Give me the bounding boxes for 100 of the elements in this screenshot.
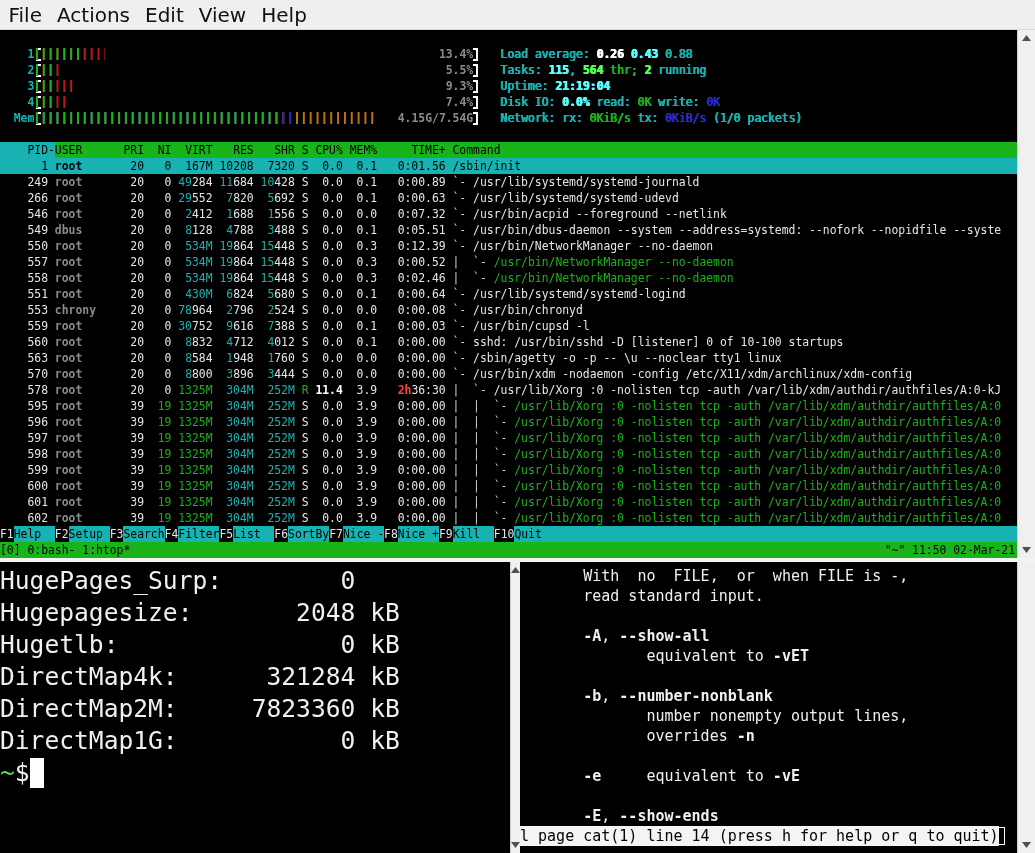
- function-key-button[interactable]: F10Quit: [493, 526, 556, 542]
- process-row[interactable]: 570 root 20 0 8800 3896 3444 S 0.0 0.0 0:00.00 `- /usr/bin/xdm -nodaemon -config /etc/X11/xdm/archlinux/xdm-config: [0, 366, 1017, 382]
- function-key-button[interactable]: F5List: [219, 526, 275, 542]
- man-text-line: -b, --number-nonblank: [582, 686, 774, 706]
- process-row[interactable]: 560 root 20 0 8832 4712 4012 S 0.0 0.1 0:00.00 `- sshd: /usr/bin/sshd -D [listener] 0 of 10-100 startups: [0, 334, 1017, 350]
- table-cell-text: dbus: [54, 222, 84, 238]
- process-row[interactable]: 557 root 20 0 534M 19864 15448 S 0.0 0.3 0:00.52 | `- /usr/bin/NetworkManager --no-daemon: [0, 254, 1017, 270]
- table-cell-text: 0:00.00: [396, 398, 447, 414]
- table-cell-text: 0:12.39: [396, 238, 447, 254]
- menu-item[interactable]: Help: [253, 0, 315, 29]
- process-row[interactable]: 553 chrony 20 0 78964 2796 2524 S 0.0 0.0 0:00.08 `- /usr/bin/chronyd: [0, 302, 1017, 318]
- table-cell-text: S: [301, 222, 310, 238]
- process-row[interactable]: 550 root 20 0 534M 19864 15448 S 0.0 0.3 0:12.39 `- /usr/bin/NetworkManager --no-daemon: [0, 238, 1017, 254]
- column-header[interactable]: CPU%: [315, 142, 350, 158]
- process-row[interactable]: 598 root 39 19 1325M 304M 252M S 0.0 3.9 0:00.00 | | `- /usr/lib/Xorg :0 -nolisten tcp -auth /var/lib/xdm/authdir/authfiles/A:0: [0, 446, 1017, 462]
- table-cell-text: 304M: [225, 510, 255, 526]
- process-row[interactable]: 596 root 39 19 1325M 304M 252M S 0.0 3.9 0:00.00 | | `- /usr/lib/Xorg :0 -nolisten tcp -auth /var/lib/xdm/authdir/authfiles/A:0: [0, 414, 1017, 430]
- function-key-button[interactable]: F3Search: [109, 526, 165, 542]
- process-row[interactable]: 563 root 20 0 8584 1948 1760 S 0.0 0.0 0:00.00 `- /sbin/agetty -o -p -- \u --noclear tty1 linux: [0, 350, 1017, 366]
- table-cell-text: | | `- /usr/lib/Xorg :0 -nolisten tcp -auth /var/lib/xdm/authdir/authfiles/A:0: [452, 510, 1003, 526]
- process-row[interactable]: 266 root 20 0 29552 7820 5692 S 0.0 0.1 0:00.63 `- /usr/lib/systemd/systemd-udevd: [0, 190, 1017, 206]
- menu-item[interactable]: Edit: [137, 0, 192, 29]
- process-row[interactable]: 578 root 20 0 1325M 304M 252M R 11.4 3.9 2h36:30 | `- /usr/lib/Xorg :0 -nolisten tcp -auth /var/lib/xdm/authdir/authfiles/A:0-kJ: [0, 382, 1017, 398]
- function-key-button[interactable]: F8Nice +: [384, 526, 439, 542]
- column-header[interactable]: USER: [54, 142, 124, 158]
- table-cell-text: S: [301, 302, 310, 318]
- table-cell-text: S: [301, 174, 310, 190]
- process-row[interactable]: 597 root 39 19 1325M 304M 252M S 0.0 3.9 0:00.00 | | `- /usr/lib/Xorg :0 -nolisten tcp -auth /var/lib/xdm/authdir/authfiles/A:0: [0, 430, 1017, 446]
- column-header[interactable]: TIME+: [383, 142, 453, 158]
- tmux-session-label: [0]: [0, 542, 21, 558]
- scroll-up-icon[interactable]: [1022, 35, 1031, 41]
- menu-item[interactable]: View: [191, 0, 254, 29]
- table-cell-text: 0: [163, 270, 173, 286]
- man-text-line: -e equivalent to -vE: [582, 766, 801, 786]
- column-header[interactable]: S: [301, 142, 316, 158]
- function-key-button[interactable]: F2Setup: [54, 526, 110, 542]
- table-cell-text: 0:00.00: [396, 430, 447, 446]
- text-cursor: [998, 827, 1005, 845]
- menu-item[interactable]: Actions: [49, 0, 138, 29]
- column-header[interactable]: MEM%: [349, 142, 384, 158]
- column-header[interactable]: PRI: [123, 142, 151, 158]
- function-key-button[interactable]: F4Filter: [164, 526, 220, 542]
- table-cell-text: 304M: [225, 414, 255, 430]
- table-cell-text: 570: [26, 366, 49, 382]
- meminfo-key: HugePages_Surp:: [0, 565, 223, 597]
- table-cell-text: 20: [129, 286, 145, 302]
- table-cell-text: 0:01.56: [396, 158, 447, 174]
- process-row[interactable]: 249 root 20 0 49284 11684 10428 S 0.0 0.1 0:00.89 `- /usr/lib/systemd/systemd-journald: [0, 174, 1017, 190]
- table-cell-text: 534M: [184, 238, 214, 254]
- table-cell-text: 20: [129, 222, 145, 238]
- table-cell-text: root: [54, 206, 84, 222]
- column-header[interactable]: Command: [452, 142, 1017, 158]
- process-row[interactable]: 1 root 20 0 167M 10208 7320 S 0.0 0.1 0:01.56 /sbin/init: [0, 158, 1017, 174]
- table-cell-text: 0.0: [321, 286, 344, 302]
- table-cell-text: `- /usr/bin/chronyd: [452, 302, 584, 318]
- table-cell-text: root: [54, 158, 84, 174]
- column-header[interactable]: VIRT: [178, 142, 220, 158]
- table-cell-text: 20: [129, 190, 145, 206]
- tmux-window-tab[interactable]: 0:bash-: [27, 542, 76, 558]
- scroll-down-icon[interactable]: [511, 842, 520, 848]
- menu-item[interactable]: File: [1, 0, 50, 29]
- column-header[interactable]: NI: [150, 142, 179, 158]
- table-cell-text: 0:00.00: [396, 366, 447, 382]
- process-row[interactable]: 599 root 39 19 1325M 304M 252M S 0.0 3.9 0:00.00 | | `- /usr/lib/Xorg :0 -nolisten tcp -auth /var/lib/xdm/authdir/authfiles/A:0: [0, 462, 1017, 478]
- table-cell-text: 5680: [266, 286, 296, 302]
- process-row[interactable]: 549 dbus 20 0 8128 4788 3488 S 0.0 0.1 0:05.51 `- /usr/bin/dbus-daemon --system --address=systemd: --nofork --nopidfile --syste: [0, 222, 1017, 238]
- system-info-line: Tasks: 115, 564 thr; 2 running: [500, 62, 708, 78]
- table-cell-text: 3.9: [355, 478, 379, 494]
- table-cell-text: 596: [26, 414, 49, 430]
- table-cell-text: 1325M: [178, 510, 214, 526]
- system-info-line: Disk IO: 0.0% read: 0K write: 0K: [500, 94, 722, 110]
- function-key-button[interactable]: F1Help: [0, 526, 55, 542]
- table-cell-text: 1325M: [178, 414, 214, 430]
- table-cell-text: 0.1: [355, 222, 379, 238]
- scroll-down-icon[interactable]: [1022, 547, 1031, 553]
- table-cell-text: S: [301, 494, 310, 510]
- scroll-down-icon[interactable]: [1022, 842, 1031, 848]
- scroll-up-icon[interactable]: [511, 567, 520, 573]
- process-row[interactable]: 595 root 39 19 1325M 304M 252M S 0.0 3.9 0:00.00 | | `- /usr/lib/Xorg :0 -nolisten tcp -auth /var/lib/xdm/authdir/authfiles/A:0: [0, 398, 1017, 414]
- meminfo-value: 321284: [265, 661, 356, 693]
- process-row[interactable]: 601 root 39 19 1325M 304M 252M S 0.0 3.9 0:00.00 | | `- /usr/lib/Xorg :0 -nolisten tcp -auth /var/lib/xdm/authdir/authfiles/A:0: [0, 494, 1017, 510]
- process-row[interactable]: 546 root 20 0 2412 1688 1556 S 0.0 0.0 0:07.32 `- /usr/bin/acpid --foreground --netlink: [0, 206, 1017, 222]
- column-header[interactable]: PID-: [0, 142, 55, 158]
- column-header[interactable]: SHR: [260, 142, 302, 158]
- table-cell-text: | | `- /usr/lib/Xorg :0 -nolisten tcp -auth /var/lib/xdm/authdir/authfiles/A:0: [452, 430, 1003, 446]
- process-row[interactable]: 600 root 39 19 1325M 304M 252M S 0.0 3.9 0:00.00 | | `- /usr/lib/Xorg :0 -nolisten tcp -auth /var/lib/xdm/authdir/authfiles/A:0: [0, 478, 1017, 494]
- table-cell-text: 0: [163, 190, 173, 206]
- process-row[interactable]: 602 root 39 19 1325M 304M 252M S 0.0 3.9 0:00.00 | | `- /usr/lib/Xorg :0 -nolisten tcp -auth /var/lib/xdm/authdir/authfiles/A:0: [0, 510, 1017, 526]
- column-header[interactable]: RES: [219, 142, 261, 158]
- table-cell-text: 1325M: [178, 398, 214, 414]
- process-row[interactable]: 559 root 20 0 30752 9616 7388 S 0.0 0.1 0:00.03 `- /usr/bin/cupsd -l: [0, 318, 1017, 334]
- table-cell-text: `- /usr/lib/systemd/systemd-logind: [452, 286, 687, 302]
- process-row[interactable]: 558 root 20 0 534M 19864 15448 S 0.0 0.3 0:02.46 | `- /usr/bin/NetworkManager --no-daemon: [0, 270, 1017, 286]
- table-cell-text: 0: [163, 350, 173, 366]
- table-cell-text: 0.0: [321, 462, 344, 478]
- function-key-button[interactable]: F7Nice -: [329, 526, 385, 542]
- process-row[interactable]: 551 root 20 0 430M 6824 5680 S 0.0 0.1 0:00.64 `- /usr/lib/systemd/systemd-logind: [0, 286, 1017, 302]
- table-cell-text: 595: [26, 398, 49, 414]
- tmux-window-tab[interactable]: 1:htop*: [82, 542, 131, 558]
- meminfo-key: DirectMap2M:: [0, 693, 223, 725]
